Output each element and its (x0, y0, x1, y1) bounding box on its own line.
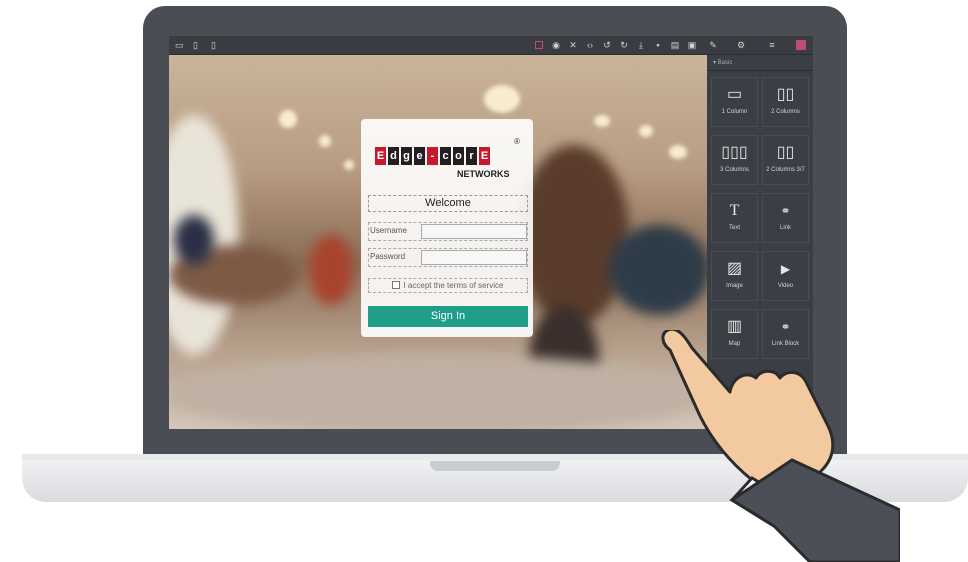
preview-icon[interactable]: ◉ (550, 39, 562, 51)
terms-checkbox[interactable] (392, 281, 401, 289)
person-bg (309, 235, 354, 305)
block-label: Video (777, 283, 794, 289)
logo-letter: - (427, 147, 438, 165)
terms-label: I accept the terms of service (403, 281, 504, 290)
editor-canvas[interactable]: ® E d g e - c o r E NETWORKS Welcome Use… (169, 55, 707, 429)
username-label: Username (370, 226, 407, 235)
brand-logo: E d g e - c o r E (375, 147, 517, 167)
settings-icon[interactable]: ⚙ (735, 39, 747, 51)
logo-letter: c (440, 147, 451, 165)
block-video[interactable]: ▶ Video (762, 251, 809, 301)
pointing-hand-illustration (661, 330, 900, 562)
blocks-icon[interactable] (796, 40, 806, 50)
laptop-mockup: ▭ ▯ ▯ ◉ ✕ ‹› ↺ ↻ ⤓ ▪ ▤ ▣ ✎ ⚙ ≡ ® E d g e… (0, 0, 968, 562)
cufflink (851, 475, 861, 485)
login-card: ® E d g e - c o r E NETWORKS Welcome Use… (361, 119, 533, 337)
block-2-columns-37[interactable]: ▯▯ 2 Columns 3/7 (762, 135, 809, 185)
logo-letter: o (453, 147, 464, 165)
desktop-icon[interactable]: ▭ (175, 39, 184, 51)
tablet-icon[interactable]: ▯ (193, 39, 198, 51)
three-columns-icon: ▯▯▯ (721, 144, 748, 161)
block-label: Link (779, 225, 791, 231)
image-icon: ▨ (726, 260, 743, 277)
code-icon[interactable]: ‹› (584, 39, 596, 51)
registered-mark: ® (514, 137, 520, 146)
block-link[interactable]: ⚭ Link (762, 193, 809, 243)
fullscreen-icon[interactable]: ✕ (567, 39, 579, 51)
ceiling-light (279, 110, 297, 128)
redo-icon[interactable]: ↻ (618, 39, 630, 51)
person-bg (174, 215, 214, 265)
mobile-icon[interactable]: ▯ (211, 39, 216, 51)
export-icon[interactable]: ▤ (669, 39, 681, 51)
ceiling-light (669, 145, 687, 159)
ceiling-light (319, 135, 331, 147)
logo-letter: e (414, 147, 425, 165)
logo-letter: r (466, 147, 477, 165)
select-icon[interactable] (535, 41, 543, 49)
logo-subtitle: NETWORKS (457, 169, 510, 179)
password-input[interactable] (421, 250, 527, 265)
block-label: 3 Columns (720, 167, 749, 173)
basic-category-header[interactable]: ▾ Basic (707, 55, 813, 71)
editor-toolbar: ▭ ▯ ▯ ◉ ✕ ‹› ↺ ↻ ⤓ ▪ ▤ ▣ ✎ ⚙ ≡ (169, 36, 813, 55)
text-icon: T (729, 202, 740, 219)
logo-letter: E (375, 147, 386, 165)
block-1-column[interactable]: ▭ 1 Column (711, 77, 758, 127)
welcome-heading: Welcome (368, 195, 528, 212)
delete-icon[interactable]: ▪ (652, 39, 664, 51)
block-text[interactable]: T Text (711, 193, 758, 243)
bar-bg (609, 225, 707, 315)
ceiling-light (594, 115, 610, 127)
save-icon[interactable]: ▣ (686, 39, 698, 51)
laptop-notch (430, 461, 560, 471)
two-columns-37-icon: ▯▯ (776, 144, 795, 161)
username-row: Username (368, 222, 528, 241)
video-icon: ▶ (780, 262, 791, 276)
username-input[interactable] (421, 224, 527, 239)
block-label: Image (726, 283, 743, 289)
logo-letter: E (479, 147, 490, 165)
block-2-columns[interactable]: ▯▯ 2 Columns (762, 77, 809, 127)
logo-letter: d (388, 147, 399, 165)
floor-bg (169, 355, 707, 429)
undo-icon[interactable]: ↺ (601, 39, 613, 51)
link-icon: ⚭ (780, 204, 791, 218)
block-label: Text (728, 225, 740, 231)
sign-in-button[interactable]: Sign In (368, 306, 528, 327)
column-icon: ▭ (726, 86, 743, 103)
password-label: Password (370, 252, 406, 261)
block-label: 2 Columns (771, 109, 800, 115)
pendant-lamp (484, 85, 520, 113)
layer-manager-icon[interactable]: ≡ (766, 39, 778, 51)
import-icon[interactable]: ⤓ (635, 39, 647, 51)
block-3-columns[interactable]: ▯▯▯ 3 Columns (711, 135, 758, 185)
ceiling-light (639, 125, 653, 137)
block-label: 1 Column (721, 109, 748, 115)
block-label: 2 Columns 3/7 (766, 167, 805, 173)
counter-bg (519, 145, 629, 325)
ceiling-light (344, 160, 354, 170)
password-row: Password (368, 248, 528, 267)
style-manager-icon[interactable]: ✎ (707, 39, 719, 51)
two-columns-icon: ▯▯ (776, 86, 795, 103)
logo-letter: g (401, 147, 412, 165)
terms-row: I accept the terms of service (368, 278, 528, 293)
block-image[interactable]: ▨ Image (711, 251, 758, 301)
